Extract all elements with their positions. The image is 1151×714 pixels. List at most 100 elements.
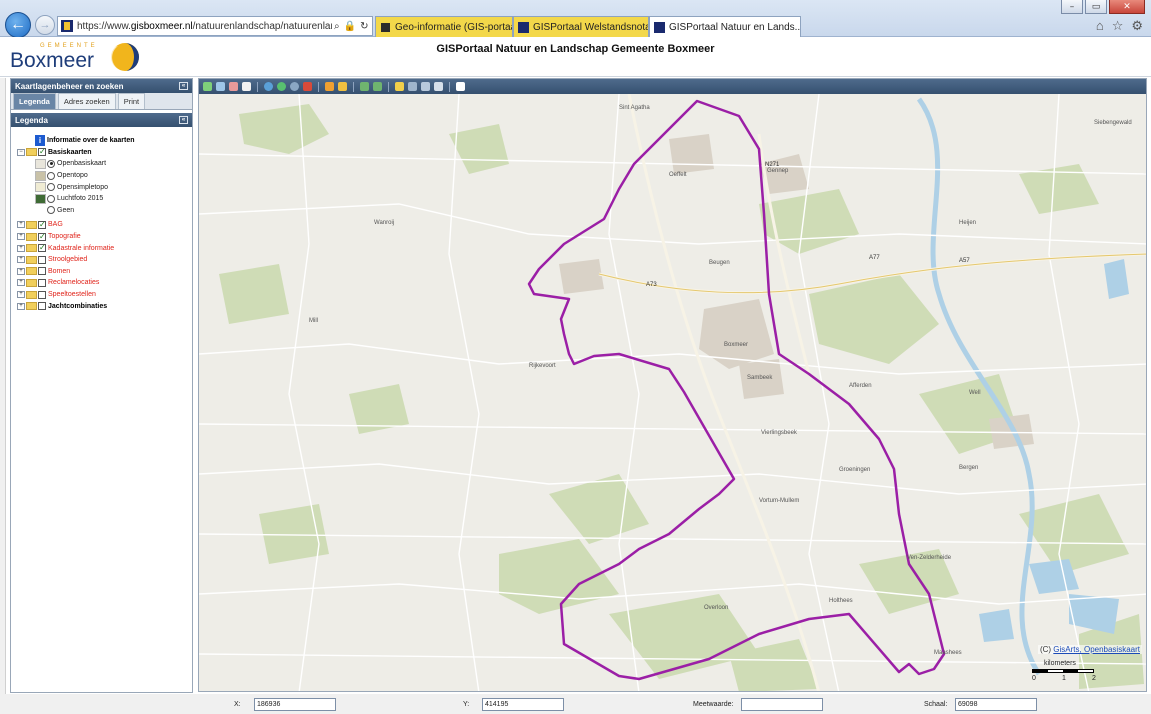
layer-tree: i Informatie over de kaarten − ✓ Basiska… (11, 127, 192, 312)
place-label: Oeffelt (669, 172, 687, 178)
layer-group-bag[interactable]: + ✓ BAG (17, 219, 192, 231)
layer-group-reclamelocaties[interactable]: + Reclamelocaties (17, 277, 192, 289)
basiskaarten-checkbox[interactable]: ✓ (38, 148, 46, 157)
status-bar: X: 186936 Y: 414195 Meetwaarde: Schaal: … (0, 694, 1151, 714)
expand-icon[interactable]: + (17, 221, 25, 229)
next-extent-icon[interactable] (277, 82, 286, 91)
full-extent-icon[interactable] (203, 82, 212, 91)
maximize-button[interactable]: ▭ (1085, 0, 1107, 14)
basemap-geen[interactable]: Geen (35, 205, 192, 217)
collapse-icon[interactable]: − (17, 148, 25, 156)
arrow-back-icon[interactable] (360, 82, 369, 91)
gear-icon[interactable]: ⚙ (1131, 18, 1143, 34)
layer-checkbox[interactable] (38, 290, 46, 299)
close-window-button[interactable]: ✕ (1109, 0, 1145, 14)
tab-welstandsnota[interactable]: GISPortaal Welstandsnota Ge... (513, 16, 649, 37)
expand-icon[interactable]: + (17, 256, 25, 264)
address-url[interactable]: https://www.gisboxmeer.nl/natuurenlandsc… (77, 21, 332, 32)
layer-checkbox[interactable]: ✓ (38, 220, 46, 229)
basemap-radio[interactable] (47, 159, 55, 168)
basemap-radio[interactable] (47, 183, 55, 192)
basemap-opentopo[interactable]: Opentopo (35, 170, 192, 182)
url-prefix: https://www. (77, 20, 131, 32)
layer-label: BAG (48, 221, 63, 229)
attribution-prefix: (C) (1039, 645, 1052, 654)
layer-checkbox[interactable] (38, 255, 46, 264)
refresh-icon[interactable]: ↻ (360, 21, 368, 32)
layer-group-jachtcombinaties[interactable]: + Jachtcombinaties (17, 300, 192, 312)
layer-group-topografie[interactable]: + ✓ Topografie (17, 231, 192, 243)
map-viewer[interactable]: Sint Agatha Oeffelt Gennep Beugen Boxmee… (198, 78, 1147, 692)
layer-checkbox[interactable]: ✓ (38, 244, 46, 253)
basemap-radio[interactable] (47, 171, 55, 180)
lock-icon[interactable]: 🔒 (344, 21, 356, 32)
home-icon[interactable]: ⌂ (1096, 18, 1104, 34)
layer-checkbox[interactable] (38, 278, 46, 287)
basemap-label: Opensimpletopo (57, 183, 108, 191)
tab-adres-zoeken[interactable]: Adres zoeken (57, 93, 116, 109)
expand-icon[interactable]: + (17, 244, 25, 252)
layer-panel: Kaartlagenbeheer en zoeken « Legenda Adr… (10, 78, 193, 693)
layer-label: Bomen (48, 267, 71, 275)
pointer-icon[interactable] (456, 82, 465, 91)
info-row[interactable]: i Informatie over de kaarten (17, 135, 192, 147)
layer-group-speeltoestellen[interactable]: + Speeltoestellen (17, 289, 192, 301)
star-icon[interactable]: ☆ (1112, 18, 1124, 34)
basemap-radio[interactable] (47, 206, 55, 215)
measure-line-icon[interactable] (325, 82, 334, 91)
basemap-openbasiskaart[interactable]: Openbasiskaart (35, 158, 192, 170)
layer-checkbox[interactable] (38, 302, 46, 311)
layer-checkbox[interactable]: ✓ (38, 232, 46, 241)
basemap-radio[interactable] (47, 194, 55, 203)
basemap-label: Geen (57, 206, 75, 214)
minimize-button[interactable]: – (1061, 0, 1083, 14)
place-label: Groeningen (839, 467, 870, 473)
schaal-field: 69098 (955, 698, 1037, 711)
expand-icon[interactable]: + (17, 233, 25, 241)
zoom-in-icon[interactable] (216, 82, 225, 91)
tab-natuur-en-landschap[interactable]: GISPortaal Natuur en Lands... ✕ (649, 16, 801, 37)
forward-button[interactable]: → (35, 15, 55, 35)
folder-icon (26, 278, 37, 287)
layer-group-stroolgebied[interactable]: + Stroolgebied (17, 254, 192, 266)
expand-icon[interactable]: + (17, 302, 25, 310)
place-label: Overloon (704, 605, 728, 611)
layer-group-basiskaarten[interactable]: − ✓ Basiskaarten (17, 147, 192, 159)
tab-geo-informatie[interactable]: Geo-informatie (GIS-portaal) -... (375, 16, 513, 37)
print-icon[interactable] (421, 82, 430, 91)
expand-icon[interactable]: + (17, 267, 25, 275)
back-button[interactable]: ← (5, 12, 31, 38)
previous-extent-icon[interactable] (264, 82, 273, 91)
layer-checkbox[interactable] (38, 267, 46, 276)
select-icon[interactable] (408, 82, 417, 91)
expand-icon[interactable]: + (17, 279, 25, 287)
scalebar-title: kilometers (1044, 660, 1076, 667)
export-icon[interactable] (434, 82, 443, 91)
layer-group-bomen[interactable]: + Bomen (17, 266, 192, 278)
zoom-out-icon[interactable] (229, 82, 238, 91)
info-icon: i (35, 135, 45, 147)
identify-icon[interactable] (290, 82, 299, 91)
collapse-legend-icon[interactable]: « (179, 116, 188, 124)
marker-icon[interactable] (395, 82, 404, 91)
window-controls: – ▭ ✕ (1061, 0, 1145, 14)
clear-icon[interactable] (303, 82, 312, 91)
layer-label: Stroolgebied (48, 256, 88, 264)
measure-area-icon[interactable] (338, 82, 347, 91)
road-label: N271 (765, 162, 780, 168)
basemap-label: Opentopo (57, 172, 88, 180)
collapse-panel-icon[interactable]: « (179, 82, 188, 90)
arrow-forward-icon[interactable] (373, 82, 382, 91)
pan-hand-icon[interactable] (242, 82, 251, 91)
tab-legenda[interactable]: Legenda (13, 93, 56, 109)
basemap-opensimpletopo[interactable]: Opensimpletopo (35, 181, 192, 193)
y-coordinate-field: 414195 (482, 698, 564, 711)
search-icon[interactable]: ⌕ (334, 21, 340, 32)
layer-group-kadastrale-informatie[interactable]: + ✓ Kadastrale informatie (17, 242, 192, 254)
site-favicon-icon (61, 20, 73, 32)
address-bar[interactable]: https://www.gisboxmeer.nl/natuurenlandsc… (57, 16, 373, 36)
expand-icon[interactable]: + (17, 291, 25, 299)
basemap-luchtfoto[interactable]: Luchtfoto 2015 (35, 193, 192, 205)
tab-print[interactable]: Print (117, 93, 146, 109)
attribution-link[interactable]: GisArts, Openbasiskaart (1053, 645, 1140, 654)
